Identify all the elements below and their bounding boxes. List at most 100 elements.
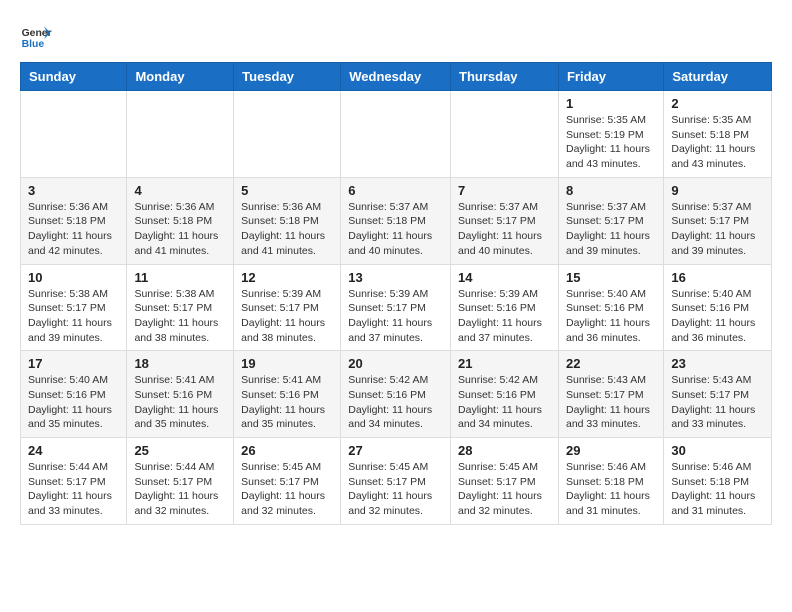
calendar-cell: 27 Sunrise: 5:45 AMSunset: 5:17 PMDayligh… xyxy=(341,438,451,525)
calendar-cell xyxy=(451,91,559,178)
calendar-cell: 15 Sunrise: 5:40 AMSunset: 5:16 PMDayligh… xyxy=(558,264,663,351)
day-info: Sunrise: 5:40 AMSunset: 5:16 PMDaylight:… xyxy=(566,287,656,346)
day-number: 21 xyxy=(458,356,551,371)
day-info: Sunrise: 5:37 AMSunset: 5:17 PMDaylight:… xyxy=(458,200,551,259)
calendar-cell: 30Sunrise: 5:46 AMSunset: 5:18 PMDayligh… xyxy=(664,438,772,525)
day-info: Sunrise: 5:45 AMSunset: 5:17 PMDaylight:… xyxy=(458,460,551,519)
day-number: 7 xyxy=(458,183,551,198)
calendar-week-row: 3 Sunrise: 5:36 AMSunset: 5:18 PMDaylight… xyxy=(21,177,772,264)
calendar-cell: 22Sunrise: 5:43 AMSunset: 5:17 PMDayligh… xyxy=(558,351,663,438)
day-info: Sunrise: 5:36 AMSunset: 5:18 PMDaylight:… xyxy=(28,200,119,259)
day-info: Sunrise: 5:40 AMSunset: 5:16 PMDaylight:… xyxy=(28,373,119,432)
day-number: 25 xyxy=(134,443,226,458)
day-info: Sunrise: 5:37 AMSunset: 5:18 PMDaylight:… xyxy=(348,200,443,259)
calendar-cell: 28 Sunrise: 5:45 AMSunset: 5:17 PMDayligh… xyxy=(451,438,559,525)
column-header-wednesday: Wednesday xyxy=(341,63,451,91)
day-info: Sunrise: 5:45 AMSunset: 5:17 PMDaylight:… xyxy=(241,460,333,519)
day-number: 8 xyxy=(566,183,656,198)
day-info: Sunrise: 5:38 AMSunset: 5:17 PMDaylight:… xyxy=(134,287,226,346)
calendar-cell: 18 Sunrise: 5:41 AMSunset: 5:16 PMDayligh… xyxy=(127,351,234,438)
calendar-cell: 2 Sunrise: 5:35 AMSunset: 5:18 PMDaylight… xyxy=(664,91,772,178)
logo: General Blue xyxy=(20,20,56,52)
day-info: Sunrise: 5:35 AMSunset: 5:19 PMDaylight:… xyxy=(566,113,656,172)
day-info: Sunrise: 5:46 AMSunset: 5:18 PMDaylight:… xyxy=(566,460,656,519)
day-number: 23 xyxy=(671,356,764,371)
day-info: Sunrise: 5:45 AMSunset: 5:17 PMDaylight:… xyxy=(348,460,443,519)
day-number: 19 xyxy=(241,356,333,371)
calendar-week-row: 17 Sunrise: 5:40 AMSunset: 5:16 PMDayligh… xyxy=(21,351,772,438)
day-number: 24 xyxy=(28,443,119,458)
day-info: Sunrise: 5:38 AMSunset: 5:17 PMDaylight:… xyxy=(28,287,119,346)
day-number: 20 xyxy=(348,356,443,371)
day-number: 12 xyxy=(241,270,333,285)
calendar-cell: 9Sunrise: 5:37 AMSunset: 5:17 PMDaylight… xyxy=(664,177,772,264)
calendar-cell: 8 Sunrise: 5:37 AMSunset: 5:17 PMDaylight… xyxy=(558,177,663,264)
calendar-cell: 6 Sunrise: 5:37 AMSunset: 5:18 PMDaylight… xyxy=(341,177,451,264)
svg-text:Blue: Blue xyxy=(22,39,45,50)
day-number: 5 xyxy=(241,183,333,198)
day-number: 28 xyxy=(458,443,551,458)
column-header-friday: Friday xyxy=(558,63,663,91)
day-info: Sunrise: 5:37 AMSunset: 5:17 PMDaylight:… xyxy=(566,200,656,259)
day-info: Sunrise: 5:36 AMSunset: 5:18 PMDaylight:… xyxy=(241,200,333,259)
day-info: Sunrise: 5:40 AMSunset: 5:16 PMDaylight:… xyxy=(671,287,764,346)
day-info: Sunrise: 5:44 AMSunset: 5:17 PMDaylight:… xyxy=(134,460,226,519)
calendar-cell: 13 Sunrise: 5:39 AMSunset: 5:17 PMDayligh… xyxy=(341,264,451,351)
calendar-cell: 17 Sunrise: 5:40 AMSunset: 5:16 PMDayligh… xyxy=(21,351,127,438)
day-info: Sunrise: 5:43 AMSunset: 5:17 PMDaylight:… xyxy=(671,373,764,432)
day-number: 9 xyxy=(671,183,764,198)
day-info: Sunrise: 5:41 AMSunset: 5:16 PMDaylight:… xyxy=(134,373,226,432)
day-number: 15 xyxy=(566,270,656,285)
calendar-week-row: 24 Sunrise: 5:44 AMSunset: 5:17 PMDayligh… xyxy=(21,438,772,525)
column-header-tuesday: Tuesday xyxy=(234,63,341,91)
day-number: 29 xyxy=(566,443,656,458)
day-number: 4 xyxy=(134,183,226,198)
day-number: 13 xyxy=(348,270,443,285)
day-info: Sunrise: 5:42 AMSunset: 5:16 PMDaylight:… xyxy=(458,373,551,432)
column-header-thursday: Thursday xyxy=(451,63,559,91)
day-number: 10 xyxy=(28,270,119,285)
day-info: Sunrise: 5:39 AMSunset: 5:17 PMDaylight:… xyxy=(348,287,443,346)
day-number: 2 xyxy=(671,96,764,111)
calendar-cell: 10 Sunrise: 5:38 AMSunset: 5:17 PMDayligh… xyxy=(21,264,127,351)
column-header-saturday: Saturday xyxy=(664,63,772,91)
calendar-cell: 21 Sunrise: 5:42 AMSunset: 5:16 PMDayligh… xyxy=(451,351,559,438)
day-number: 3 xyxy=(28,183,119,198)
day-info: Sunrise: 5:46 AMSunset: 5:18 PMDaylight:… xyxy=(671,460,764,519)
column-header-sunday: Sunday xyxy=(21,63,127,91)
calendar-cell: 3 Sunrise: 5:36 AMSunset: 5:18 PMDaylight… xyxy=(21,177,127,264)
calendar-table: SundayMondayTuesdayWednesdayThursdayFrid… xyxy=(20,62,772,525)
day-info: Sunrise: 5:39 AMSunset: 5:17 PMDaylight:… xyxy=(241,287,333,346)
calendar-cell: 11 Sunrise: 5:38 AMSunset: 5:17 PMDayligh… xyxy=(127,264,234,351)
day-number: 6 xyxy=(348,183,443,198)
calendar-cell: 14Sunrise: 5:39 AMSunset: 5:16 PMDayligh… xyxy=(451,264,559,351)
day-number: 27 xyxy=(348,443,443,458)
calendar-cell: 16 Sunrise: 5:40 AMSunset: 5:16 PMDayligh… xyxy=(664,264,772,351)
calendar-cell: 7 Sunrise: 5:37 AMSunset: 5:17 PMDaylight… xyxy=(451,177,559,264)
calendar-cell xyxy=(21,91,127,178)
calendar-cell: 1 Sunrise: 5:35 AMSunset: 5:19 PMDaylight… xyxy=(558,91,663,178)
day-info: Sunrise: 5:39 AMSunset: 5:16 PMDaylight:… xyxy=(458,287,551,346)
page-header: General Blue xyxy=(20,16,772,52)
day-number: 22 xyxy=(566,356,656,371)
calendar-cell: 19Sunrise: 5:41 AMSunset: 5:16 PMDayligh… xyxy=(234,351,341,438)
day-number: 18 xyxy=(134,356,226,371)
calendar-header-row: SundayMondayTuesdayWednesdayThursdayFrid… xyxy=(21,63,772,91)
day-number: 16 xyxy=(671,270,764,285)
column-header-monday: Monday xyxy=(127,63,234,91)
calendar-cell xyxy=(234,91,341,178)
day-number: 11 xyxy=(134,270,226,285)
calendar-week-row: 1 Sunrise: 5:35 AMSunset: 5:19 PMDaylight… xyxy=(21,91,772,178)
calendar-cell: 24Sunrise: 5:44 AMSunset: 5:17 PMDayligh… xyxy=(21,438,127,525)
day-number: 26 xyxy=(241,443,333,458)
logo-icon: General Blue xyxy=(20,20,52,52)
calendar-cell: 20Sunrise: 5:42 AMSunset: 5:16 PMDayligh… xyxy=(341,351,451,438)
calendar-cell: 26 Sunrise: 5:45 AMSunset: 5:17 PMDayligh… xyxy=(234,438,341,525)
day-number: 17 xyxy=(28,356,119,371)
calendar-cell: 4 Sunrise: 5:36 AMSunset: 5:18 PMDaylight… xyxy=(127,177,234,264)
calendar-cell: 12 Sunrise: 5:39 AMSunset: 5:17 PMDayligh… xyxy=(234,264,341,351)
day-info: Sunrise: 5:36 AMSunset: 5:18 PMDaylight:… xyxy=(134,200,226,259)
day-number: 1 xyxy=(566,96,656,111)
calendar-cell: 29 Sunrise: 5:46 AMSunset: 5:18 PMDayligh… xyxy=(558,438,663,525)
day-info: Sunrise: 5:35 AMSunset: 5:18 PMDaylight:… xyxy=(671,113,764,172)
